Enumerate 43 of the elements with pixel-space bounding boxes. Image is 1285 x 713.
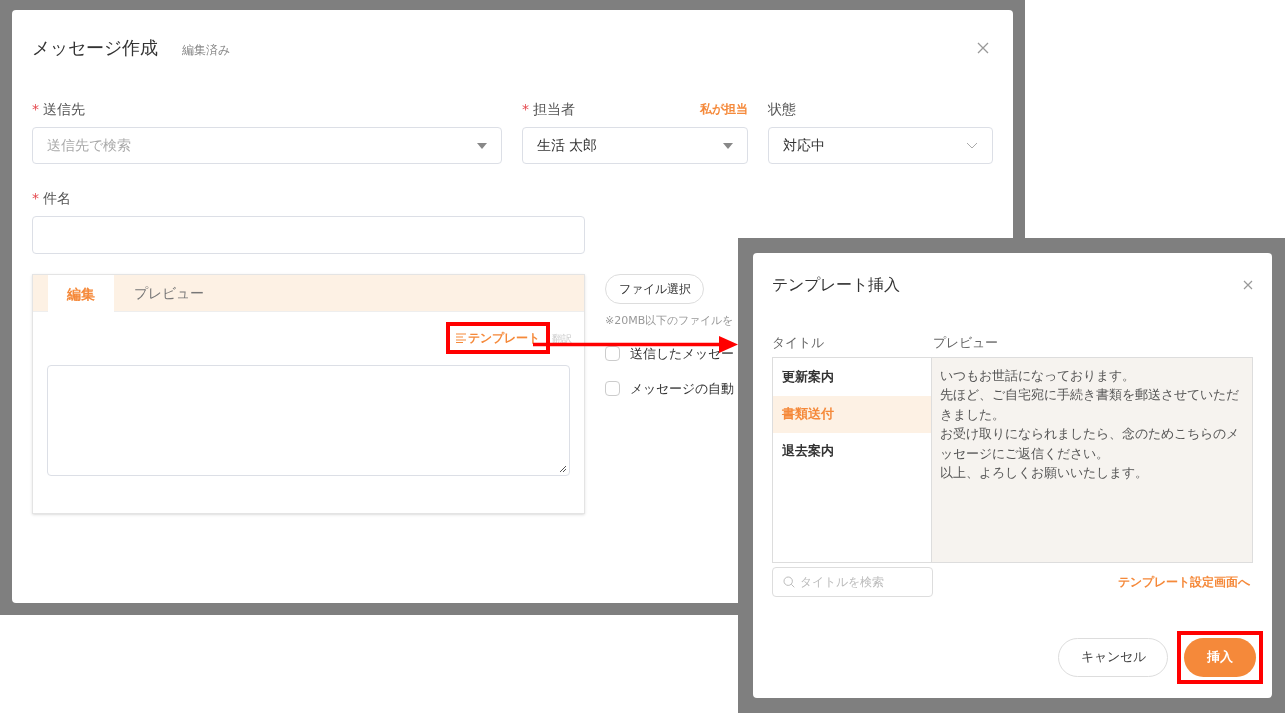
- editor-tab[interactable]: 編集: [48, 275, 114, 313]
- dialog-title: メッセージ作成: [32, 36, 158, 60]
- template-settings-link[interactable]: テンプレート設定画面へ: [1118, 572, 1250, 591]
- column-header: タイトル: [772, 334, 825, 352]
- template-item[interactable]: 退去案内: [773, 432, 932, 470]
- close-icon[interactable]: [1243, 280, 1253, 290]
- checkbox[interactable]: [605, 345, 620, 361]
- field-label: 件名: [43, 188, 71, 208]
- preview-line: 以上、よろしくお願いいたします。: [940, 464, 1149, 482]
- template-item[interactable]: 更新案内: [773, 358, 932, 396]
- status-select[interactable]: 対応中: [767, 127, 993, 164]
- template-button[interactable]: テンプレート: [453, 329, 543, 347]
- assignee-select[interactable]: 生活 太郎: [522, 127, 748, 164]
- checkbox[interactable]: [605, 381, 620, 397]
- search-icon: [783, 575, 795, 588]
- edited-status: 編集済み: [182, 42, 230, 59]
- preview-line: お受け取りになられましたら、念のためこちらのメッセージにご返信ください。: [940, 425, 1241, 463]
- field-label: 送信先: [43, 99, 85, 119]
- preview-line: いつもお世話になっております。: [940, 366, 1136, 385]
- insert-button[interactable]: 挿入: [1184, 637, 1256, 677]
- field-label: 担当者: [533, 99, 575, 119]
- required-mark: *: [32, 99, 39, 119]
- checkbox-label: 送信したメッセー: [630, 344, 734, 363]
- checkbox-label: メッセージの自動: [630, 380, 734, 398]
- caret-icon: [722, 142, 733, 149]
- assign-me-link[interactable]: 私が担当: [699, 100, 748, 118]
- caret-icon: [477, 142, 487, 149]
- editor-tab[interactable]: プレビュー: [114, 275, 224, 311]
- recipient-select[interactable]: 送信先で検索: [32, 127, 502, 164]
- chevron-down-icon: [966, 142, 978, 149]
- subject-input[interactable]: [32, 216, 585, 254]
- required-mark: *: [522, 99, 529, 119]
- close-icon[interactable]: [977, 41, 989, 54]
- preview-line: 先ほど、ご自宅宛に手続き書類を郵送させていただきました。: [940, 386, 1241, 424]
- required-mark: *: [32, 188, 39, 208]
- column-header: プレビュー: [933, 334, 998, 352]
- resize-handle-icon: [559, 465, 567, 473]
- field-label: 状態: [767, 99, 796, 119]
- title-search-field[interactable]: タイトルを検索: [772, 566, 933, 597]
- file-size-note: ※20MB以下のファイルを: [605, 313, 734, 329]
- lines-icon: [456, 333, 466, 343]
- dialog-title: テンプレート挿入: [772, 274, 900, 296]
- template-item[interactable]: 書類送付: [773, 395, 932, 433]
